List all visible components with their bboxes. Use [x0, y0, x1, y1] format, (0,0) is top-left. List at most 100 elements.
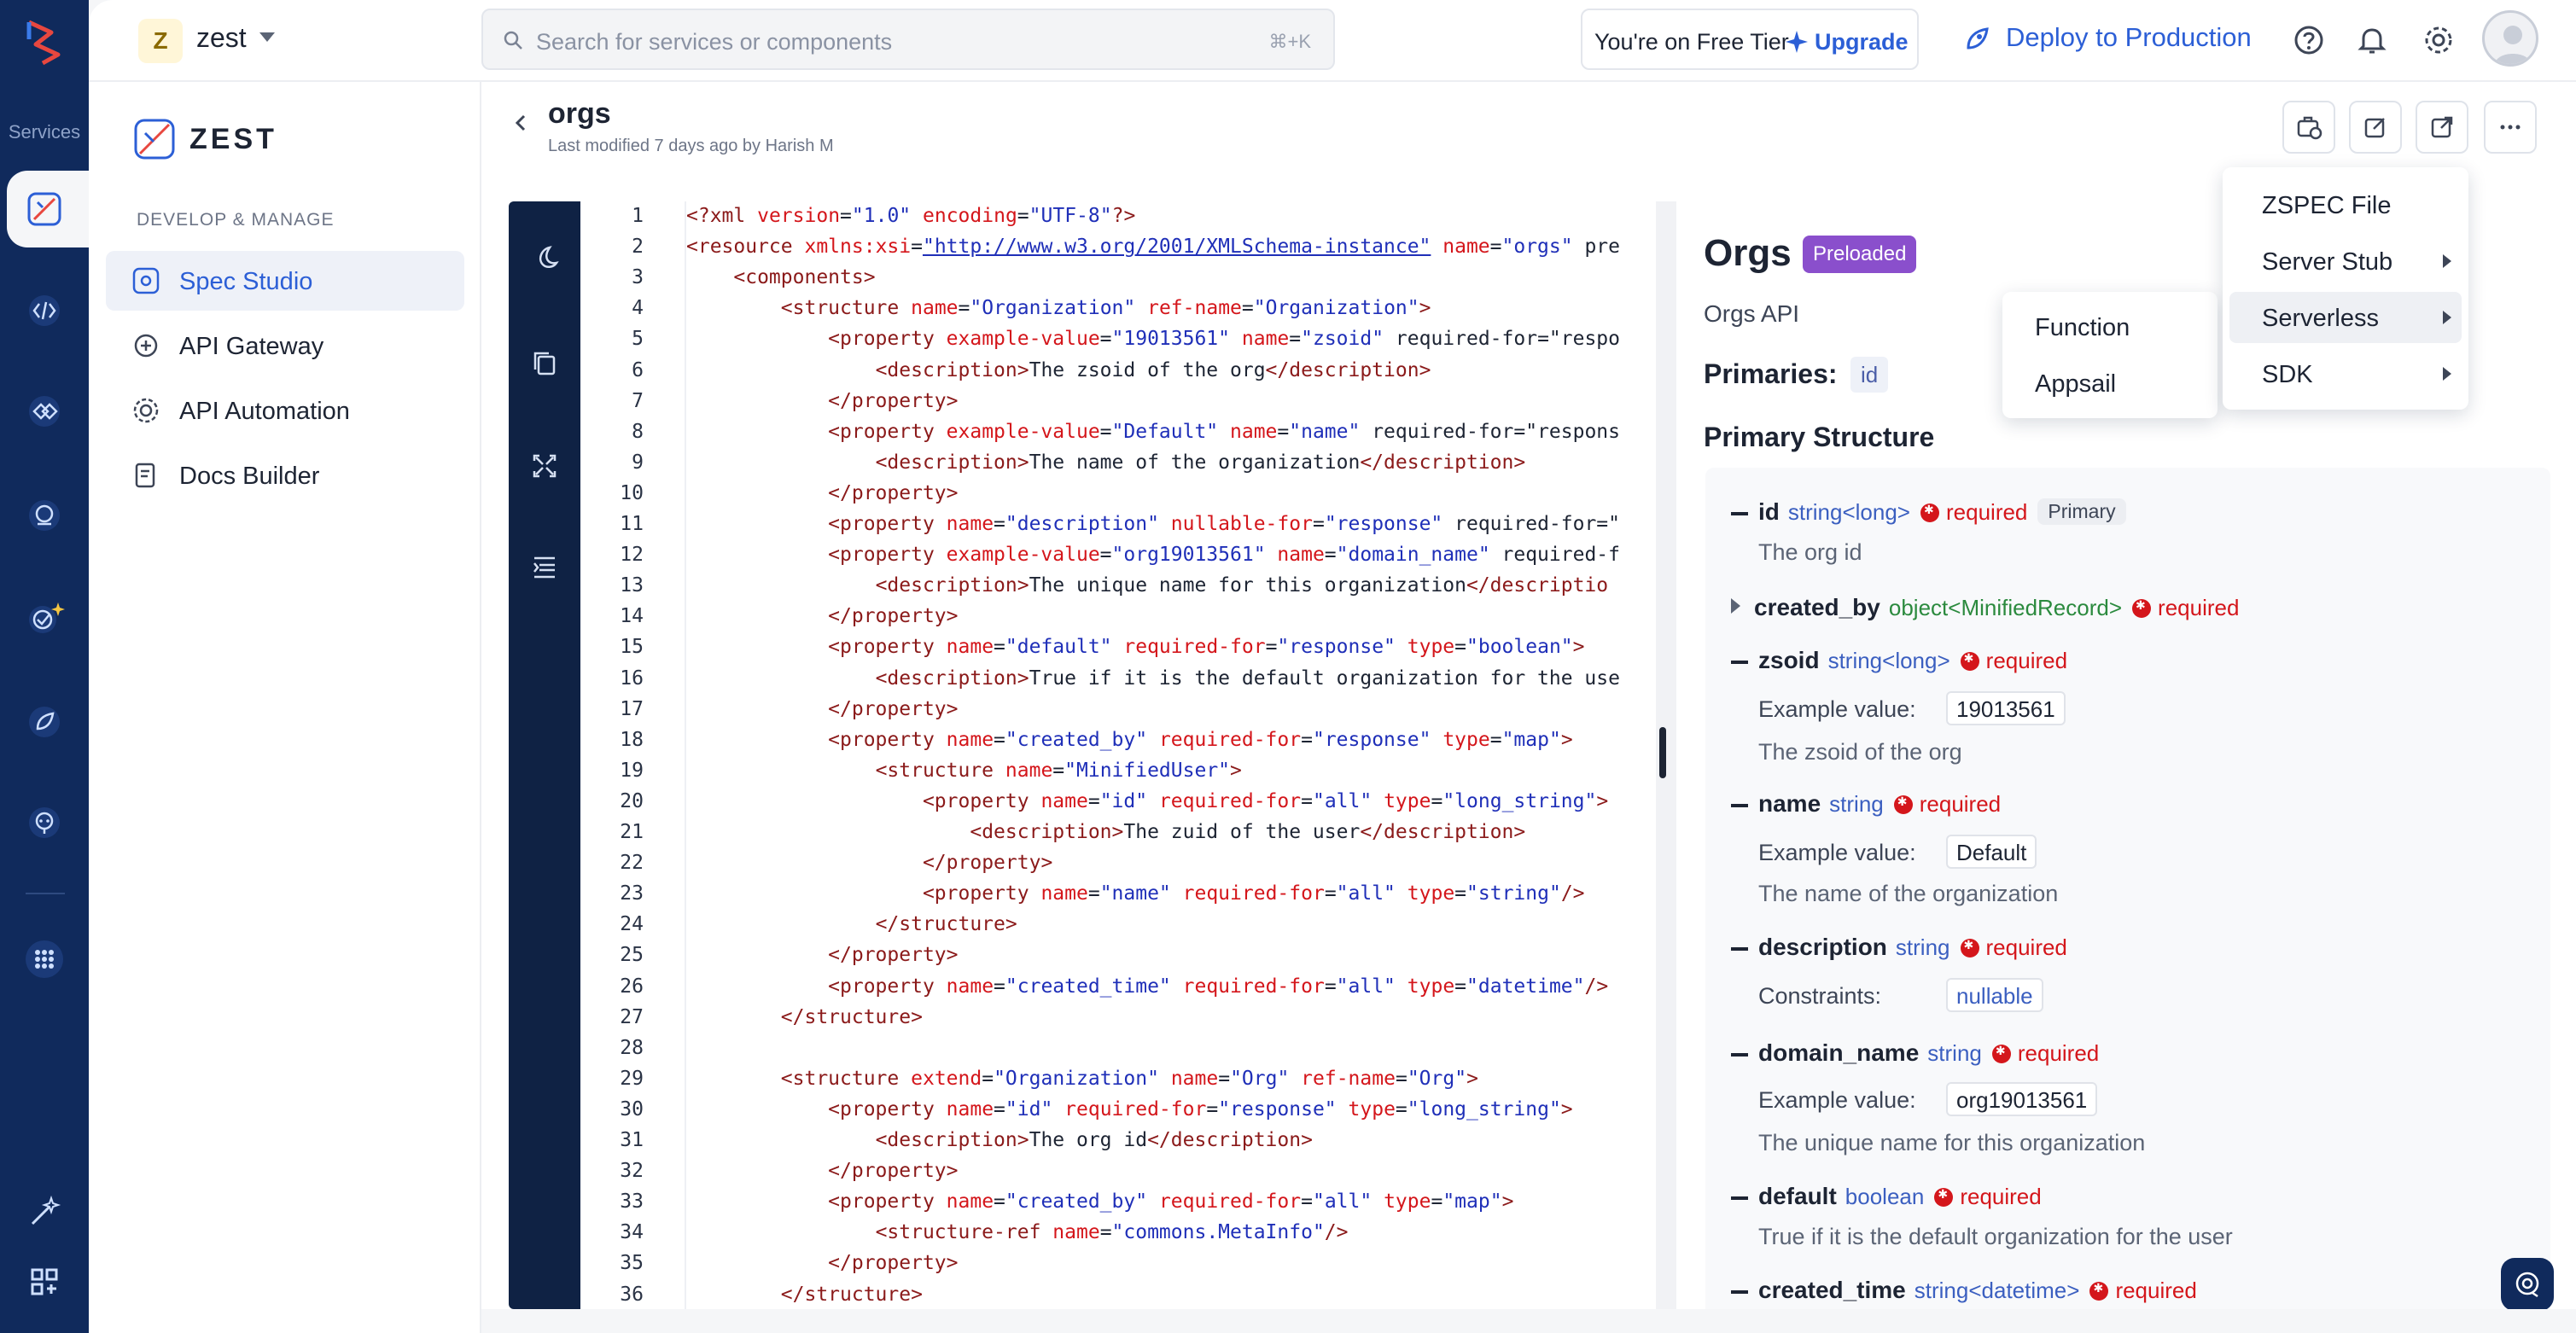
example-value: Default [1946, 835, 2037, 869]
sidebar-item-spec-studio[interactable]: Spec Studio [106, 251, 464, 311]
property-zsoid[interactable]: zsoid string<long> required [1731, 647, 2067, 674]
property-name[interactable]: name string required [1731, 790, 2001, 818]
zoho-logo-icon[interactable] [17, 15, 72, 70]
workspace-avatar[interactable]: Z [138, 19, 183, 63]
example-label: Example value: [1758, 1087, 1916, 1113]
submenu-item-appsail[interactable]: Appsail [2035, 370, 2116, 399]
app-switcher-icon[interactable] [20, 1258, 68, 1306]
collapse-dash-icon[interactable] [1731, 1196, 1748, 1200]
api-gateway-rail-icon[interactable] [20, 287, 68, 335]
required-icon [1893, 795, 1913, 814]
required-icon [2132, 598, 2152, 618]
menu-item-zspec-file[interactable]: ZSPEC File [2229, 179, 2462, 230]
sidebar-item-api-gateway[interactable]: API Gateway [106, 316, 464, 375]
property-id[interactable]: id string<long> required Primary [1731, 498, 2126, 526]
collapse-dash-icon[interactable] [1731, 946, 1748, 951]
ai-testing-rail-icon[interactable] [20, 594, 68, 642]
code-line: </property> [922, 852, 1053, 875]
collapse-dash-icon[interactable] [1731, 1052, 1748, 1057]
apps-grid-rail-icon[interactable] [20, 935, 68, 983]
code-line: <description>The name of the organizatio… [875, 451, 1526, 474]
assistant-button[interactable] [2501, 1258, 2554, 1311]
code-line: <property name="id" required-for="respon… [828, 1097, 1573, 1121]
line-number: 2 [632, 236, 644, 259]
deploy-to-production-button[interactable]: Deploy to Production [2006, 22, 2252, 53]
line-number: 7 [632, 389, 644, 412]
edit-button[interactable] [2349, 101, 2402, 154]
copy-icon[interactable] [527, 346, 562, 381]
menu-item-sdk[interactable]: SDK [2229, 348, 2462, 399]
collapse-dash-icon[interactable] [1731, 660, 1748, 664]
property-created-by[interactable]: created_by object<MinifiedRecord> required [1731, 594, 2239, 621]
tier-banner: You're on Free Tier Upgrade [1581, 9, 1919, 70]
line-number: 26 [620, 975, 644, 998]
search-placeholder: Search for services or components [536, 29, 893, 55]
briefcase-clock-icon [2297, 116, 2322, 140]
line-number: 30 [620, 1097, 644, 1121]
sidebar-item-docs-builder[interactable]: Docs Builder [106, 445, 464, 505]
spec-studio-rail-icon[interactable] [20, 185, 68, 233]
property-description: The zsoid of the org [1758, 739, 1962, 765]
required-icon [1934, 1187, 1954, 1207]
more-options-button[interactable] [2484, 101, 2537, 154]
example-value: 19013561 [1946, 691, 2066, 725]
help-icon[interactable] [2289, 20, 2328, 60]
code-line: <property name="name" required-for="all"… [922, 882, 1585, 905]
code-line: </structure> [780, 1283, 923, 1306]
property-domain-name[interactable]: domain_name string required [1731, 1039, 2099, 1067]
api-automation-icon [133, 398, 159, 423]
property-default[interactable]: default boolean required [1731, 1183, 2042, 1210]
history-button[interactable] [2282, 101, 2335, 154]
api-automation-rail-icon[interactable] [20, 387, 68, 435]
required-label: required [2115, 1278, 2197, 1303]
workspace-name[interactable]: zest [196, 22, 247, 54]
property-created-time[interactable]: created_time string<datetime> required [1731, 1277, 2197, 1304]
code-line: <description>The zsoid of the org</descr… [875, 358, 1431, 381]
collapse-dash-icon[interactable] [1731, 1289, 1748, 1294]
insights-rail-icon[interactable] [20, 492, 68, 539]
support-rail-icon[interactable] [20, 799, 68, 847]
line-number: 8 [632, 420, 644, 443]
code-line: <property name="description" nullable-fo… [828, 513, 1621, 535]
outline-list-icon[interactable] [527, 550, 562, 584]
expand-icon[interactable] [527, 449, 562, 483]
chevron-down-icon[interactable] [259, 32, 275, 42]
menu-item-server-stub[interactable]: Server Stub [2229, 236, 2462, 287]
menu-item-serverless[interactable]: Serverless [2229, 292, 2462, 343]
collapse-dash-icon[interactable] [1731, 511, 1748, 515]
magic-wand-icon[interactable] [20, 1188, 68, 1236]
bell-icon[interactable] [2352, 20, 2392, 60]
code-line: </property> [828, 389, 959, 412]
edit-icon [2364, 118, 2385, 138]
property-name: domain_name [1758, 1039, 1920, 1066]
required-icon [1991, 1044, 2011, 1063]
gear-icon[interactable] [2419, 20, 2458, 60]
upgrade-link[interactable]: Upgrade [1815, 29, 1909, 55]
collapse-dash-icon[interactable] [1731, 803, 1748, 807]
user-avatar[interactable] [2482, 10, 2538, 67]
export-button[interactable] [2416, 101, 2468, 154]
sidebar-item-api-automation[interactable]: API Automation [106, 381, 464, 440]
property-name: created_by [1754, 594, 1880, 620]
moon-icon[interactable] [527, 241, 562, 275]
property-type: string<datetime> [1914, 1278, 2080, 1303]
splitter-handle[interactable] [1659, 727, 1666, 778]
code-line: <components> [733, 266, 876, 289]
property-description[interactable]: description string required [1731, 934, 2067, 961]
property-description: True if it is the default organization f… [1758, 1224, 2233, 1249]
search-input[interactable]: Search for services or components ⌘+K [481, 9, 1335, 70]
sidebar-item-label: Docs Builder [179, 463, 320, 490]
export-menu: ZSPEC File Server Stub Serverless SDK [2223, 167, 2468, 410]
deploy-rail-icon[interactable] [20, 698, 68, 746]
rail-label: Services [8, 121, 81, 143]
chevron-right-icon [2443, 254, 2451, 268]
chevron-right-icon[interactable] [1731, 598, 1740, 614]
external-link-icon [2431, 116, 2453, 138]
menu-item-label: ZSPEC File [2262, 192, 2392, 219]
code-line: <?xml version="1.0" encoding="UTF-8"?> [686, 205, 1136, 227]
line-number: 5 [632, 328, 644, 351]
submenu-item-function[interactable]: Function [2035, 314, 2130, 342]
sidebar-item-label: API Gateway [179, 333, 324, 360]
back-arrow-icon[interactable] [509, 111, 533, 135]
rocket-icon[interactable] [1961, 24, 1992, 55]
